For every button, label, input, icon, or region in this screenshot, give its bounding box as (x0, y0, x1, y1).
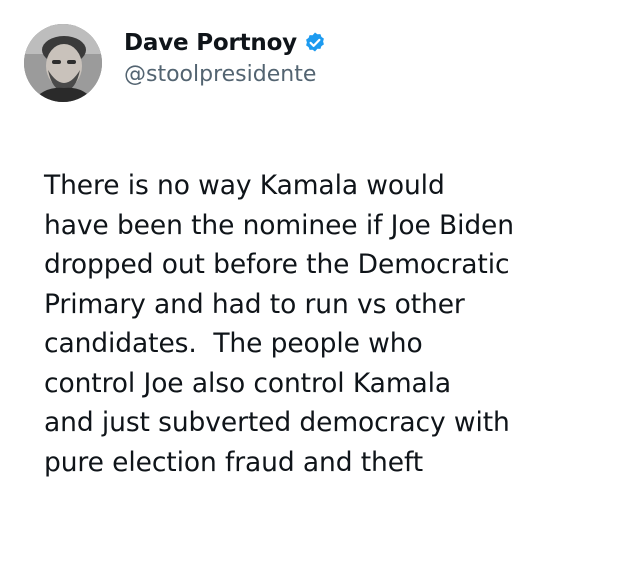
tweet-text: There is no way Kamala would have been t… (44, 166, 624, 482)
author-handle[interactable]: @stoolpresidente (124, 62, 316, 87)
tweet-text-line: candidates. The people who (44, 328, 423, 359)
tweet-text-line: Primary and had to run vs other (44, 288, 465, 320)
tweet-text-line: control Joe also control Kamala (44, 367, 452, 399)
avatar-image (24, 24, 102, 102)
avatar[interactable] (24, 24, 102, 102)
tweet-text-line: pure election fraud and theft (44, 446, 424, 478)
tweet-text-line: dropped out before the Democratic (44, 249, 510, 280)
tweet-text-line: have been the nominee if Joe Biden (44, 209, 514, 241)
author-display-name[interactable]: Dave Portnoy (124, 30, 297, 56)
verified-badge-icon (303, 31, 327, 55)
tweet-text-line: and just subverted democracy with (44, 407, 510, 438)
tweet-card: Dave Portnoy @stoolpresidente There is n… (0, 0, 639, 568)
tweet-text-line: There is no way Kamala would (44, 170, 445, 201)
author-name-row: Dave Portnoy (124, 26, 327, 60)
